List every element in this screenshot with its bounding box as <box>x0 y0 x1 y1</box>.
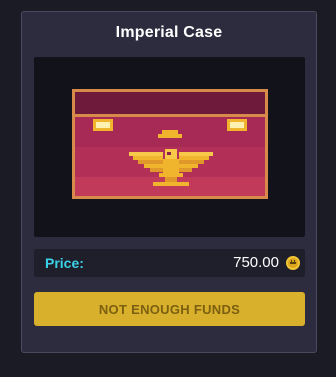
coin-icon <box>286 256 300 270</box>
not-enough-funds-button[interactable]: NOT ENOUGH FUNDS <box>34 292 305 326</box>
price-row: Price: 750.00 <box>34 249 305 277</box>
case-card: Imperial Case Price: 750.00 NOT ENOUGH F… <box>21 11 317 353</box>
price-value: 750.00 <box>233 254 279 271</box>
price-label: Price: <box>45 255 84 271</box>
case-image-frame <box>34 57 305 237</box>
case-title: Imperial Case <box>115 24 223 41</box>
imperial-case-image <box>72 89 268 199</box>
